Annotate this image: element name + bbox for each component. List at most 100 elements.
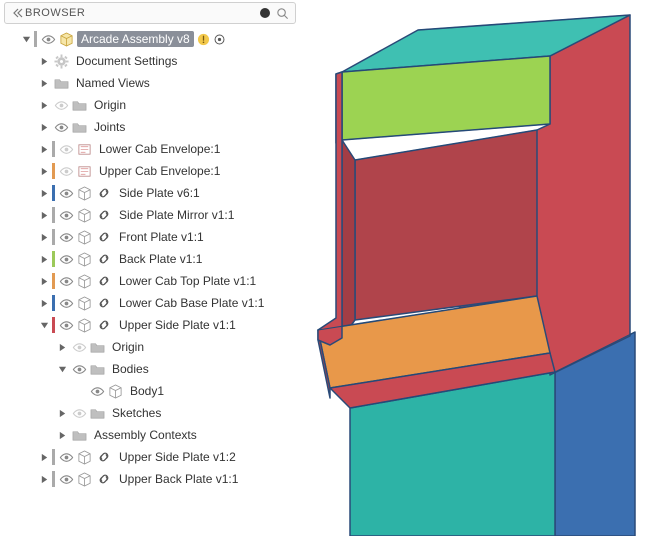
color-swatch bbox=[52, 163, 55, 179]
visibility-off-icon[interactable] bbox=[70, 406, 88, 421]
tree-item-side-plate-mirror[interactable]: Side Plate Mirror v1:1 bbox=[4, 204, 300, 226]
tree-item-usp-bodies[interactable]: Bodies bbox=[4, 358, 300, 380]
item-label: Named Views bbox=[72, 75, 154, 91]
tree-root[interactable]: Arcade Assembly v8 bbox=[4, 28, 300, 50]
item-label: Document Settings bbox=[72, 53, 181, 69]
target-icon[interactable] bbox=[213, 33, 226, 46]
item-label: Assembly Contexts bbox=[90, 427, 201, 443]
link-icon bbox=[95, 294, 113, 312]
search-icon[interactable] bbox=[276, 7, 289, 20]
chevron-right-icon[interactable] bbox=[54, 431, 70, 440]
visibility-off-icon[interactable] bbox=[52, 98, 70, 113]
visibility-icon[interactable] bbox=[57, 208, 75, 223]
chevron-right-icon[interactable] bbox=[36, 145, 52, 154]
collapse-icon[interactable] bbox=[11, 7, 25, 19]
tree-item-lower-cab-env[interactable]: Lower Cab Envelope:1 bbox=[4, 138, 300, 160]
visibility-icon[interactable] bbox=[88, 384, 106, 399]
visibility-off-icon[interactable] bbox=[57, 164, 75, 179]
tree-item-upper-back-plate[interactable]: Upper Back Plate v1:1 bbox=[4, 468, 300, 490]
item-label: Origin bbox=[108, 339, 148, 355]
panel-header: BROWSER bbox=[4, 2, 296, 24]
folder-icon bbox=[88, 360, 106, 378]
component-icon bbox=[75, 316, 93, 334]
chevron-right-icon[interactable] bbox=[36, 299, 52, 308]
visibility-icon[interactable] bbox=[57, 318, 75, 333]
visibility-off-icon[interactable] bbox=[57, 142, 75, 157]
gear-icon bbox=[52, 52, 70, 70]
item-label: Front Plate v1:1 bbox=[115, 229, 208, 245]
visibility-icon[interactable] bbox=[57, 230, 75, 245]
tree-item-usp-origin[interactable]: Origin bbox=[4, 336, 300, 358]
tree: Arcade Assembly v8 Document Settings Nam… bbox=[0, 28, 300, 490]
chevron-right-icon[interactable] bbox=[36, 211, 52, 220]
visibility-icon[interactable] bbox=[39, 32, 57, 47]
chevron-right-icon[interactable] bbox=[54, 343, 70, 352]
item-label: Upper Back Plate v1:1 bbox=[115, 471, 242, 487]
chevron-right-icon[interactable] bbox=[36, 167, 52, 176]
chevron-right-icon[interactable] bbox=[36, 475, 52, 484]
tree-item-lower-cab-top[interactable]: Lower Cab Top Plate v1:1 bbox=[4, 270, 300, 292]
color-swatch bbox=[52, 471, 55, 487]
tree-item-usp-asm-ctx[interactable]: Assembly Contexts bbox=[4, 424, 300, 446]
chevron-right-icon[interactable] bbox=[36, 79, 52, 88]
tree-item-lower-cab-base[interactable]: Lower Cab Base Plate v1:1 bbox=[4, 292, 300, 314]
component-icon bbox=[75, 184, 93, 202]
chevron-right-icon[interactable] bbox=[36, 277, 52, 286]
tree-item-origin[interactable]: Origin bbox=[4, 94, 300, 116]
tree-item-side-plate[interactable]: Side Plate v6:1 bbox=[4, 182, 300, 204]
folder-icon bbox=[88, 404, 106, 422]
visibility-icon[interactable] bbox=[57, 296, 75, 311]
tree-item-front-plate[interactable]: Front Plate v1:1 bbox=[4, 226, 300, 248]
visibility-icon[interactable] bbox=[57, 472, 75, 487]
visibility-icon[interactable] bbox=[52, 120, 70, 135]
tree-item-named-views[interactable]: Named Views bbox=[4, 72, 300, 94]
visibility-icon[interactable] bbox=[57, 252, 75, 267]
link-icon bbox=[95, 470, 113, 488]
viewport-3d[interactable] bbox=[300, 0, 656, 536]
chevron-right-icon[interactable] bbox=[36, 189, 52, 198]
chevron-right-icon[interactable] bbox=[36, 57, 52, 66]
tree-item-joints[interactable]: Joints bbox=[4, 116, 300, 138]
color-swatch bbox=[52, 295, 55, 311]
envelope-icon bbox=[75, 162, 93, 180]
tree-item-doc-settings[interactable]: Document Settings bbox=[4, 50, 300, 72]
link-icon bbox=[95, 206, 113, 224]
visibility-icon[interactable] bbox=[57, 274, 75, 289]
chevron-right-icon[interactable] bbox=[36, 255, 52, 264]
panel-min-icon[interactable] bbox=[260, 8, 270, 18]
folder-icon bbox=[52, 74, 70, 92]
warning-icon[interactable] bbox=[197, 33, 210, 46]
chevron-right-icon[interactable] bbox=[36, 123, 52, 132]
component-icon bbox=[75, 272, 93, 290]
chevron-down-icon[interactable] bbox=[18, 35, 34, 44]
color-swatch bbox=[52, 185, 55, 201]
item-label: Upper Cab Envelope:1 bbox=[95, 163, 224, 179]
tree-item-body1[interactable]: Body1 bbox=[4, 380, 300, 402]
chevron-right-icon[interactable] bbox=[36, 233, 52, 242]
tree-item-upper-side-plate[interactable]: Upper Side Plate v1:1 bbox=[4, 314, 300, 336]
visibility-icon[interactable] bbox=[70, 362, 88, 377]
link-icon bbox=[95, 250, 113, 268]
chevron-right-icon[interactable] bbox=[54, 409, 70, 418]
tree-item-upper-cab-env[interactable]: Upper Cab Envelope:1 bbox=[4, 160, 300, 182]
component-icon bbox=[75, 228, 93, 246]
color-swatch bbox=[52, 449, 55, 465]
chevron-right-icon[interactable] bbox=[36, 453, 52, 462]
chevron-down-icon[interactable] bbox=[36, 321, 52, 330]
folder-icon bbox=[88, 338, 106, 356]
visibility-off-icon[interactable] bbox=[70, 340, 88, 355]
component-icon bbox=[75, 294, 93, 312]
tree-item-upper-side-plate-2[interactable]: Upper Side Plate v1:2 bbox=[4, 446, 300, 468]
item-label: Upper Side Plate v1:2 bbox=[115, 449, 240, 465]
link-icon bbox=[95, 184, 113, 202]
root-label: Arcade Assembly v8 bbox=[77, 31, 194, 47]
tree-item-usp-sketches[interactable]: Sketches bbox=[4, 402, 300, 424]
visibility-icon[interactable] bbox=[57, 450, 75, 465]
color-swatch bbox=[52, 141, 55, 157]
chevron-right-icon[interactable] bbox=[36, 101, 52, 110]
chevron-down-icon[interactable] bbox=[54, 365, 70, 374]
tree-item-back-plate[interactable]: Back Plate v1:1 bbox=[4, 248, 300, 270]
browser-panel: BROWSER Arcade Assembly v8 Document Sett… bbox=[0, 0, 300, 536]
item-label: Origin bbox=[90, 97, 130, 113]
visibility-icon[interactable] bbox=[57, 186, 75, 201]
